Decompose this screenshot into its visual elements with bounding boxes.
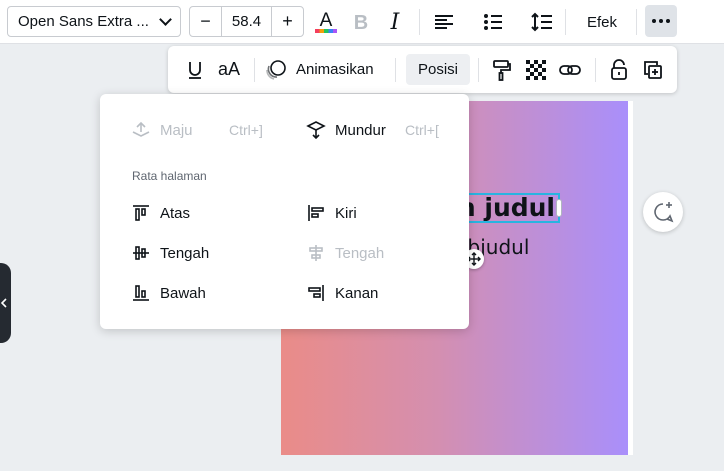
effects-button[interactable]: Efek <box>576 7 628 37</box>
duplicate-button[interactable] <box>639 54 667 85</box>
font-family-dropdown[interactable]: Open Sans Extra ... <box>7 6 181 37</box>
divider <box>395 58 396 82</box>
list-button[interactable] <box>478 7 508 37</box>
paint-roller-icon <box>493 59 511 81</box>
align-top-item[interactable]: Atas <box>130 200 190 226</box>
align-right-icon <box>305 282 327 304</box>
italic-button[interactable]: I <box>380 7 410 37</box>
transparency-button[interactable] <box>522 54 550 85</box>
svg-text:A: A <box>320 10 333 31</box>
align-left-label: Kiri <box>335 204 357 222</box>
underline-button[interactable] <box>182 54 208 85</box>
bring-forward-icon <box>130 119 152 141</box>
position-menu: Maju Ctrl+] Mundur Ctrl+[ Rata halaman A… <box>100 94 469 329</box>
align-middle-icon <box>130 242 152 264</box>
font-size-input[interactable]: 58.4 <box>221 7 272 36</box>
align-right-item[interactable]: Kanan <box>305 280 378 306</box>
link-button[interactable] <box>556 54 584 85</box>
align-bottom-icon <box>130 282 152 304</box>
secondary-toolbar: aA Animasikan Posisi <box>168 46 677 93</box>
animate-icon <box>266 59 286 80</box>
chevron-down-icon <box>159 12 172 26</box>
send-backward-icon <box>305 119 327 141</box>
align-top-icon <box>130 202 152 224</box>
align-top-label: Atas <box>160 204 191 222</box>
divider <box>595 58 596 82</box>
italic-icon: I <box>390 9 400 35</box>
duplicate-icon <box>644 60 662 79</box>
divider <box>565 9 566 35</box>
add-comment-button[interactable] <box>643 192 683 232</box>
align-middle-label: Tengah <box>160 244 210 262</box>
align-bottom-label: Bawah <box>160 284 206 302</box>
chevron-left-icon <box>1 298 7 308</box>
align-left-item[interactable]: Kiri <box>305 200 357 226</box>
align-center-icon <box>305 242 327 264</box>
send-backward-shortcut: Ctrl+[ <box>405 122 439 138</box>
svg-text:B: B <box>354 12 368 33</box>
font-size-control: − 58.4 + <box>189 6 304 37</box>
divider <box>636 9 637 35</box>
align-center-item[interactable]: Tengah <box>305 240 384 266</box>
transparency-icon <box>526 59 546 80</box>
increase-font-size-button[interactable]: + <box>272 7 303 36</box>
text-color-button[interactable]: A <box>311 7 341 37</box>
move-icon <box>467 252 481 266</box>
unlock-icon <box>611 58 627 80</box>
more-icon <box>652 19 670 23</box>
position-button[interactable]: Posisi <box>406 54 471 85</box>
text-case-button[interactable]: aA <box>216 54 242 85</box>
align-middle-item[interactable]: Tengah <box>130 240 209 266</box>
bring-forward-item[interactable]: Maju <box>130 117 193 143</box>
top-toolbar: Open Sans Extra ... − 58.4 + A B I Efek <box>0 0 724 44</box>
text-align-button[interactable] <box>429 7 459 37</box>
spacing-button[interactable] <box>527 7 557 37</box>
divider <box>254 58 255 82</box>
send-backward-label: Mundur <box>335 121 386 139</box>
send-backward-item[interactable]: Mundur <box>305 117 386 143</box>
decrease-font-size-button[interactable]: − <box>190 7 221 36</box>
bold-icon: B <box>354 12 368 33</box>
more-options-button[interactable] <box>645 5 677 37</box>
divider <box>419 9 420 35</box>
font-family-label: Open Sans Extra ... <box>18 13 149 30</box>
divider <box>478 58 479 82</box>
align-left-icon <box>305 202 327 224</box>
animate-button[interactable]: Animasikan <box>264 54 374 85</box>
animate-label: Animasikan <box>296 61 374 78</box>
bold-button[interactable]: B <box>346 7 376 37</box>
link-icon <box>559 64 581 75</box>
text-color-icon: A <box>315 10 337 33</box>
underline-icon <box>189 61 201 79</box>
align-right-label: Kanan <box>335 284 379 302</box>
copy-style-button[interactable] <box>488 54 516 85</box>
align-center-label: Tengah <box>335 244 385 262</box>
comment-add-icon <box>654 202 674 223</box>
lock-button[interactable] <box>605 54 633 85</box>
bullet-list-icon <box>484 14 502 30</box>
line-spacing-icon <box>531 12 552 32</box>
resize-handle[interactable] <box>556 199 563 217</box>
align-left-icon <box>435 15 453 29</box>
page-border <box>628 101 633 455</box>
side-panel-toggle[interactable] <box>0 263 11 343</box>
bring-forward-shortcut: Ctrl+] <box>229 122 263 138</box>
align-bottom-item[interactable]: Bawah <box>130 280 206 306</box>
page-align-heading: Rata halaman <box>132 169 207 183</box>
bring-forward-label: Maju <box>160 121 193 139</box>
